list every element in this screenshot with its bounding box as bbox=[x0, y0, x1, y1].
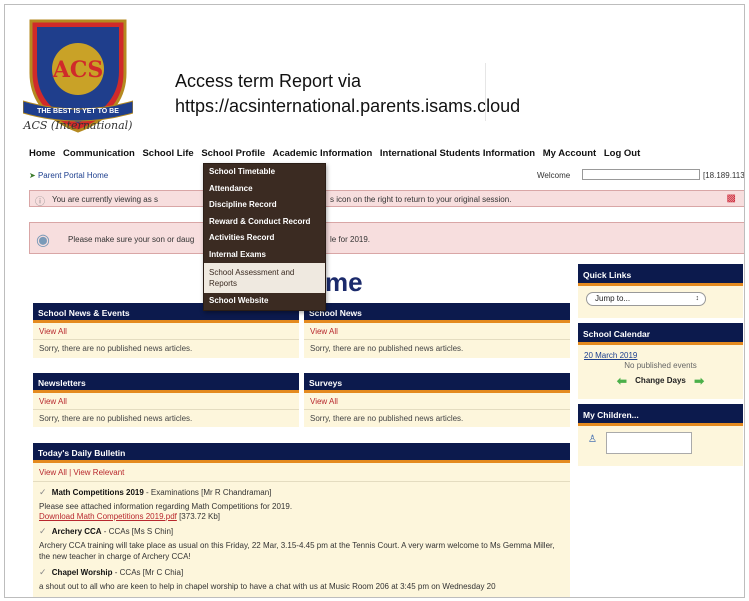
bulletin-item: ✓ Math Competitions 2019 - Examinations … bbox=[33, 482, 570, 521]
panel-surveys: Surveys View All Sorry, there are no pub… bbox=[304, 373, 570, 427]
ip-address: [18.189.113.82] bbox=[703, 171, 745, 180]
panel-quick-links: Quick Links Jump to... ↕ bbox=[578, 264, 743, 318]
screenshot-frame: ACS THE BEST IS YET TO BE ACS (Internati… bbox=[4, 4, 745, 598]
nav-school-profile[interactable]: School Profile bbox=[201, 148, 265, 159]
nav-my-account[interactable]: My Account bbox=[543, 148, 596, 159]
bulletin-item-title: Math Competitions 2019 bbox=[51, 488, 144, 497]
info-icon: ⓘ bbox=[35, 197, 45, 208]
svg-text:ACS: ACS bbox=[52, 57, 103, 83]
panel-title: Quick Links bbox=[578, 264, 743, 286]
headline-divider bbox=[485, 63, 486, 121]
school-profile-dropdown: School Timetable Attendance Discipline R… bbox=[203, 163, 326, 311]
arrow-right-icon[interactable]: ➡ bbox=[694, 374, 704, 388]
calendar-navigation: ⬅ Change Days ➡ bbox=[578, 370, 743, 388]
view-all-link[interactable]: View All bbox=[33, 323, 299, 340]
panel-school-news: School News View All Sorry, there are no… bbox=[304, 303, 570, 358]
arrow-left-icon[interactable]: ⬅ bbox=[617, 374, 627, 388]
panel-school-calendar: School Calendar 20 March 2019 No publish… bbox=[578, 323, 743, 399]
view-all-link[interactable]: View All bbox=[33, 393, 299, 410]
panel-title: School News bbox=[304, 303, 570, 323]
menu-item-activities-record[interactable]: Activities Record bbox=[204, 230, 325, 247]
welcome-user-box bbox=[582, 169, 700, 180]
viewing-notice-right: s icon on the right to return to your or… bbox=[330, 195, 512, 204]
breadcrumb: ➤ Parent Portal Home bbox=[29, 171, 108, 180]
bulletin-item-meta: - CCAs [Mr C Chia] bbox=[112, 568, 184, 577]
headline-line-1: Access term Report via bbox=[175, 71, 362, 91]
panel-message: Sorry, there are no published news artic… bbox=[310, 344, 464, 353]
nav-log-out[interactable]: Log Out bbox=[604, 148, 640, 159]
panel-title: Today's Daily Bulletin bbox=[33, 443, 570, 463]
panel-message: Sorry, there are no published news artic… bbox=[39, 414, 193, 423]
bulletin-item-meta: - Examinations [Mr R Chandraman] bbox=[143, 488, 272, 497]
bulletin-view-links[interactable]: View All | View Relevant bbox=[33, 463, 570, 482]
breadcrumb-text[interactable]: Parent Portal Home bbox=[38, 171, 108, 180]
nav-international-students-information[interactable]: International Students Information bbox=[380, 148, 535, 159]
download-link[interactable]: Download Math Competitions 2019.pdf bbox=[39, 512, 177, 521]
panel-daily-bulletin: Today's Daily Bulletin View All | View R… bbox=[33, 443, 570, 597]
viewing-as-notice: ⓘ You are currently viewing as s s icon … bbox=[29, 190, 744, 208]
view-all-link[interactable]: View All bbox=[304, 323, 570, 340]
calendar-date-link[interactable]: 20 March 2019 bbox=[578, 345, 743, 360]
headline-url: https://acsinternational.parents.isams.c… bbox=[175, 96, 521, 116]
change-days-label: Change Days bbox=[635, 376, 686, 386]
pin-icon: ✓ bbox=[39, 487, 47, 497]
nav-academic-information[interactable]: Academic Information bbox=[272, 148, 372, 159]
panel-newsletters: Newsletters View All Sorry, there are no… bbox=[33, 373, 299, 427]
select-arrows-icon: ↕ bbox=[695, 295, 700, 302]
child-person-icon: ♙ bbox=[588, 434, 597, 445]
view-all-link[interactable]: View All bbox=[304, 393, 570, 410]
panel-message: Sorry, there are no published news artic… bbox=[310, 414, 464, 423]
child-card[interactable] bbox=[606, 432, 692, 454]
crest-caption: ACS (International) bbox=[23, 119, 133, 132]
panel-school-news-events: School News & Events View All Sorry, the… bbox=[33, 303, 299, 358]
panel-title: My Children... bbox=[578, 404, 743, 426]
file-size: [373.72 Kb] bbox=[176, 512, 221, 521]
menu-item-internal-exams[interactable]: Internal Exams bbox=[204, 247, 325, 264]
menu-item-school-assessment-reports[interactable]: School Assessment and Reports bbox=[204, 263, 325, 293]
menu-item-school-website[interactable]: School Website bbox=[204, 293, 325, 310]
bulletin-item-title: Archery CCA bbox=[51, 527, 102, 536]
panel-title: Newsletters bbox=[33, 373, 299, 393]
check-notice-left: Please make sure your son or daug bbox=[68, 235, 195, 244]
menu-item-reward-conduct-record[interactable]: Reward & Conduct Record bbox=[204, 214, 325, 231]
check-details-notice: ◉ Please make sure your son or daug le f… bbox=[29, 222, 744, 254]
bulletin-item-title: Chapel Worship bbox=[51, 568, 113, 577]
panel-message: Sorry, there are no published news artic… bbox=[39, 344, 193, 353]
panel-title: School Calendar bbox=[578, 323, 743, 345]
bulletin-item-meta: - CCAs [Ms S Chin] bbox=[101, 527, 174, 536]
bulletin-item-text: Please see attached information regardin… bbox=[39, 502, 293, 511]
bulletin-item-text: Archery CCA training will take place as … bbox=[39, 541, 555, 561]
menu-item-discipline-record[interactable]: Discipline Record bbox=[204, 197, 325, 214]
panel-title: Surveys bbox=[304, 373, 570, 393]
panel-my-children: My Children... ♙ bbox=[578, 404, 743, 466]
jump-to-select[interactable]: Jump to... ↕ bbox=[586, 292, 706, 306]
nav-school-life[interactable]: School Life bbox=[142, 148, 193, 159]
welcome-label: Welcome bbox=[537, 171, 571, 180]
check-notice-right: le for 2019. bbox=[330, 235, 371, 244]
menu-item-attendance[interactable]: Attendance bbox=[204, 181, 325, 198]
top-navigation: Home Communication School Life School Pr… bbox=[29, 148, 645, 159]
nav-home[interactable]: Home bbox=[29, 148, 55, 159]
svg-text:THE BEST IS YET TO BE: THE BEST IS YET TO BE bbox=[37, 108, 119, 115]
calendar-no-events: No published events bbox=[624, 361, 697, 370]
nav-communication[interactable]: Communication bbox=[63, 148, 135, 159]
speech-bubble-icon: ◉ bbox=[36, 232, 50, 249]
menu-item-school-timetable[interactable]: School Timetable bbox=[204, 164, 325, 181]
access-report-headline: Access term Report via https://acsintern… bbox=[175, 69, 520, 119]
bulletin-item-text: a shout out to all who are keen to help … bbox=[39, 582, 496, 591]
bulletin-item: ✓ Chapel Worship - CCAs [Mr C Chia] a sh… bbox=[33, 562, 570, 592]
portal-bar: ➤ Parent Portal Home Welcome [18.189.113… bbox=[29, 168, 744, 186]
pin-icon: ✓ bbox=[39, 526, 47, 536]
bulletin-item: ✓ Archery CCA - CCAs [Ms S Chin] Archery… bbox=[33, 521, 570, 562]
portal-home-icon: ➤ bbox=[29, 171, 36, 180]
jump-to-value: Jump to... bbox=[595, 294, 631, 303]
return-session-icon[interactable]: ▩ bbox=[727, 193, 736, 204]
page-title: me bbox=[325, 267, 363, 297]
viewing-notice-left: You are currently viewing as s bbox=[52, 195, 158, 204]
pin-icon: ✓ bbox=[39, 567, 47, 577]
